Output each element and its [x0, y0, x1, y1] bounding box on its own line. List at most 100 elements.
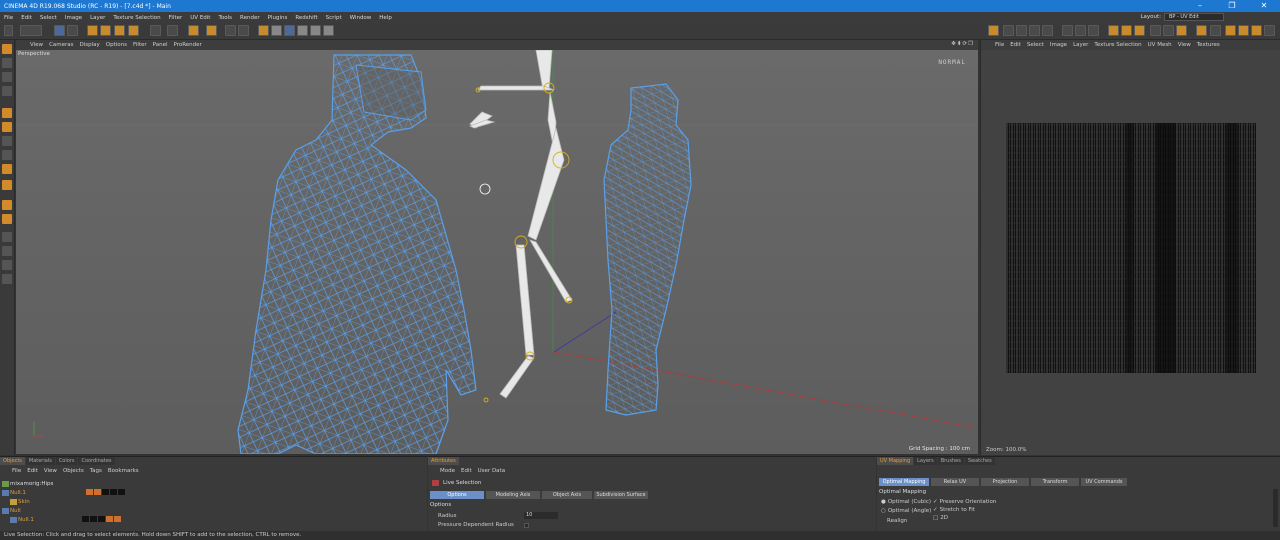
- uv-edges-icon[interactable]: [1029, 25, 1040, 36]
- recent-tool-icon[interactable]: [128, 25, 139, 36]
- uv-rotate-icon[interactable]: [1134, 25, 1145, 36]
- airbrush-icon[interactable]: [2, 136, 12, 146]
- tab-relax-uv[interactable]: Relax UV: [931, 478, 979, 486]
- uv-pack-icon[interactable]: [1251, 25, 1262, 36]
- menu-tools[interactable]: Tools: [218, 15, 232, 21]
- uv-texture-canvas[interactable]: [1006, 123, 1256, 373]
- tab-uv-mapping[interactable]: UV Mapping: [877, 457, 914, 465]
- menu-redshift[interactable]: Redshift: [295, 15, 317, 21]
- tab-swatches[interactable]: Swatches: [964, 457, 995, 465]
- tab-projection[interactable]: Projection: [981, 478, 1029, 486]
- model-mode-icon[interactable]: [2, 58, 12, 68]
- tab-brushes[interactable]: Brushes: [937, 457, 964, 465]
- menu-edit[interactable]: Edit: [21, 15, 32, 21]
- uv-weld-icon[interactable]: [1176, 25, 1187, 36]
- uv-menu-texture-selection[interactable]: Texture Selection: [1094, 42, 1141, 48]
- axis-x-icon[interactable]: [150, 25, 161, 36]
- magnet-icon[interactable]: [2, 274, 12, 284]
- vp-menu-prorender[interactable]: ProRender: [174, 42, 202, 48]
- vp-menu-cameras[interactable]: Cameras: [49, 42, 73, 48]
- menu-texture-selection[interactable]: Texture Selection: [113, 15, 160, 21]
- tab-materials[interactable]: Materials: [25, 457, 55, 465]
- obj-menu-objects[interactable]: Objects: [63, 468, 84, 474]
- move-tool-icon[interactable]: [87, 25, 98, 36]
- tab-transform[interactable]: Transform: [1031, 478, 1079, 486]
- layout-selector[interactable]: Layout: BP - UV Edit: [1140, 13, 1224, 21]
- menu-plugins[interactable]: Plugins: [268, 15, 288, 21]
- uvmap-scrollbar[interactable]: [1273, 489, 1278, 527]
- uv-stitch-icon[interactable]: [1264, 25, 1275, 36]
- vp-menu-filter[interactable]: Filter: [133, 42, 147, 48]
- radio-optimal-cubic[interactable]: ● Optimal (Cubic): [881, 499, 931, 505]
- viewport-nav-icons[interactable]: ✥⬍⟳❐: [951, 41, 974, 47]
- tab-object-axis[interactable]: Object Axis: [542, 491, 592, 499]
- uv-menu-textures[interactable]: Textures: [1197, 42, 1220, 48]
- star-icon[interactable]: [2, 214, 12, 224]
- rotate-tool-icon[interactable]: [114, 25, 125, 36]
- uv-polygons-icon[interactable]: [1016, 25, 1027, 36]
- uv-menu-file[interactable]: File: [995, 42, 1004, 48]
- vp-menu-display[interactable]: Display: [80, 42, 100, 48]
- object-name[interactable]: Skin: [18, 499, 30, 505]
- chk-2d[interactable]: □ 2D: [933, 515, 948, 521]
- menu-script[interactable]: Script: [326, 15, 342, 21]
- dropper-icon[interactable]: [2, 180, 12, 190]
- list-item[interactable]: mixamorig:Hips: [2, 479, 422, 488]
- smudge-icon[interactable]: [1088, 25, 1099, 36]
- menu-uv-edit[interactable]: UV Edit: [190, 15, 210, 21]
- scale-tool-icon[interactable]: [100, 25, 111, 36]
- paint-icon[interactable]: [1042, 25, 1053, 36]
- minimize-button[interactable]: –: [1184, 0, 1216, 12]
- maximize-button[interactable]: ❐: [1216, 0, 1248, 12]
- menu-select[interactable]: Select: [40, 15, 57, 21]
- camera-icon[interactable]: [323, 25, 334, 36]
- uv-relax-icon[interactable]: [1210, 25, 1221, 36]
- tab-optimal-mapping[interactable]: Optimal Mapping: [879, 478, 929, 486]
- tab-modeling-axis[interactable]: Modeling Axis: [486, 491, 540, 499]
- radius-field[interactable]: 10: [524, 512, 558, 519]
- tab-objects[interactable]: Objects: [0, 457, 25, 465]
- chk-preserve-orientation[interactable]: ✓ Preserve Orientation: [933, 499, 996, 505]
- pressure-checkbox[interactable]: [524, 523, 529, 528]
- uv-unwrap-icon[interactable]: [1238, 25, 1249, 36]
- menu-render[interactable]: Render: [240, 15, 260, 21]
- tab-colors[interactable]: Colors: [55, 457, 78, 465]
- list-item[interactable]: Skin: [2, 497, 422, 506]
- uv-move-icon[interactable]: [1108, 25, 1119, 36]
- grid-icon[interactable]: [2, 260, 12, 270]
- make-editable-icon[interactable]: [2, 44, 12, 54]
- cloner-icon[interactable]: [284, 25, 295, 36]
- vp-menu-panel[interactable]: Panel: [153, 42, 168, 48]
- obj-menu-view[interactable]: View: [44, 468, 57, 474]
- uv-mirror-icon[interactable]: [1150, 25, 1161, 36]
- uv-pin-icon[interactable]: [1225, 25, 1236, 36]
- menu-window[interactable]: Window: [350, 15, 372, 21]
- attr-menu-user-data[interactable]: User Data: [478, 468, 505, 474]
- camera-label[interactable]: Perspective: [18, 51, 50, 57]
- render-view-icon[interactable]: [188, 25, 199, 36]
- fill-tool-icon[interactable]: [2, 150, 12, 160]
- object-name[interactable]: mixamorig:Hips: [10, 481, 53, 487]
- tab-uv-commands[interactable]: UV Commands: [1081, 478, 1127, 486]
- object-name[interactable]: Null.1: [18, 517, 34, 523]
- pen-icon[interactable]: [258, 25, 269, 36]
- list-item[interactable]: Null.1: [2, 488, 422, 497]
- tab-attributes[interactable]: Attributes: [428, 457, 459, 465]
- list-item[interactable]: Null: [2, 506, 422, 515]
- object-name[interactable]: Null.1: [10, 490, 26, 496]
- uv-menu-uv-mesh[interactable]: UV Mesh: [1148, 42, 1172, 48]
- menu-filter[interactable]: Filter: [169, 15, 183, 21]
- texture-mode-icon[interactable]: [2, 72, 12, 82]
- perspective-viewport[interactable]: Perspective NORMAL Grid Spacing : 100 cm: [16, 50, 978, 454]
- menu-help[interactable]: Help: [379, 15, 392, 21]
- radio-optimal-angle[interactable]: ○ Optimal (Angle): [881, 508, 931, 514]
- obj-menu-bookmarks[interactable]: Bookmarks: [108, 468, 139, 474]
- scene-icon[interactable]: [310, 25, 321, 36]
- render-settings-icon[interactable]: [225, 25, 236, 36]
- tab-coordinates[interactable]: Coordinates: [78, 457, 115, 465]
- obj-menu-edit[interactable]: Edit: [27, 468, 38, 474]
- subdiv-icon[interactable]: [271, 25, 282, 36]
- attr-menu-mode[interactable]: Mode: [440, 468, 455, 474]
- vp-menu-options[interactable]: Options: [106, 42, 127, 48]
- lock-icon[interactable]: [2, 246, 12, 256]
